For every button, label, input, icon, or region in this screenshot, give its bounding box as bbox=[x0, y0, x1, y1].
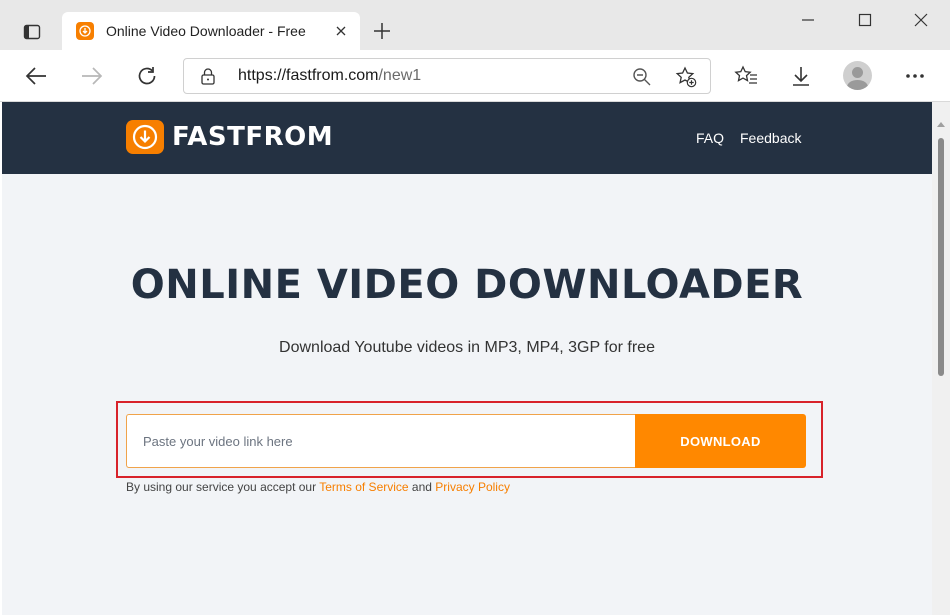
lock-icon[interactable] bbox=[200, 67, 216, 90]
download-button[interactable]: DOWNLOAD bbox=[635, 414, 806, 468]
more-icon[interactable] bbox=[899, 60, 931, 92]
arrow-left-icon[interactable] bbox=[20, 60, 52, 92]
url-host: https://fastfrom.com bbox=[238, 67, 379, 84]
nav-feedback[interactable]: Feedback bbox=[740, 130, 801, 146]
terms-text: By using our service you accept our Term… bbox=[126, 480, 510, 494]
nav-faq[interactable]: FAQ bbox=[696, 130, 724, 146]
address-bar[interactable]: https://fastfrom.com/new1 bbox=[183, 58, 711, 94]
privacy-policy-link[interactable]: Privacy Policy bbox=[435, 480, 510, 494]
maximize-icon[interactable] bbox=[842, 4, 888, 36]
plus-icon[interactable] bbox=[368, 17, 396, 45]
scrollbar[interactable] bbox=[932, 102, 950, 615]
terms-and: and bbox=[408, 480, 436, 494]
video-link-input[interactable] bbox=[126, 414, 638, 468]
tab-actions-icon[interactable] bbox=[14, 14, 50, 50]
page-viewport: FASTFROM FAQ Feedback ONLINE VIDEO DOWNL… bbox=[2, 102, 932, 615]
refresh-icon[interactable] bbox=[131, 60, 163, 92]
star-add-icon[interactable] bbox=[674, 65, 698, 89]
minimize-icon[interactable] bbox=[785, 4, 831, 36]
terms-prefix: By using our service you accept our bbox=[126, 480, 320, 494]
tab-title: Online Video Downloader - Free bbox=[106, 23, 306, 39]
terms-of-service-link[interactable]: Terms of Service bbox=[319, 480, 408, 494]
arrow-right-icon[interactable] bbox=[76, 60, 108, 92]
browser-tab[interactable]: Online Video Downloader - Free bbox=[62, 12, 360, 50]
page-subtitle: Download Youtube videos in MP3, MP4, 3GP… bbox=[279, 339, 655, 356]
close-icon[interactable] bbox=[332, 22, 350, 40]
brand-name: FASTFROM bbox=[172, 122, 334, 152]
zoom-icon[interactable] bbox=[630, 65, 654, 89]
scroll-up-arrow[interactable] bbox=[937, 122, 945, 127]
favorites-icon[interactable] bbox=[730, 60, 762, 92]
page-title: ONLINE VIDEO DOWNLOADER bbox=[130, 262, 804, 308]
download-icon bbox=[76, 22, 94, 40]
avatar[interactable] bbox=[843, 61, 872, 90]
scroll-thumb[interactable] bbox=[938, 138, 944, 376]
site-header: FASTFROM FAQ Feedback bbox=[2, 102, 932, 174]
download-icon[interactable] bbox=[785, 60, 817, 92]
download-icon bbox=[126, 120, 164, 154]
url-text: https://fastfrom.com/new1 bbox=[238, 67, 421, 85]
tab-strip: Online Video Downloader - Free bbox=[0, 0, 950, 50]
url-path: /new1 bbox=[378, 67, 422, 84]
browser-toolbar: https://fastfrom.com/new1 bbox=[0, 50, 950, 102]
close-window-icon[interactable] bbox=[898, 4, 944, 36]
site-logo[interactable]: FASTFROM bbox=[126, 120, 333, 154]
